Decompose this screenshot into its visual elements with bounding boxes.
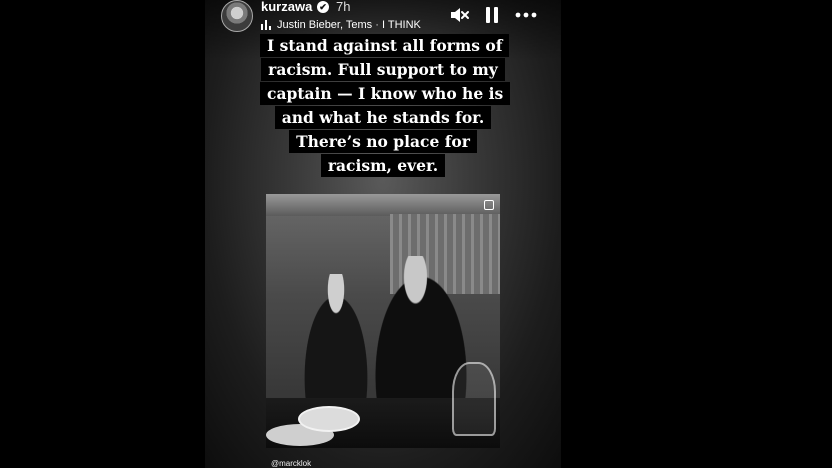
speaker-muted-icon[interactable] bbox=[448, 4, 470, 26]
username[interactable]: kurzawa bbox=[261, 0, 312, 14]
plate bbox=[298, 406, 360, 432]
music-artist: Justin Bieber, Tems bbox=[277, 19, 373, 31]
viewer-backdrop: kurzawa ✔ 7h Justin Bieber, Tems · I THI… bbox=[0, 0, 832, 468]
story-viewer[interactable]: kurzawa ✔ 7h Justin Bieber, Tems · I THI… bbox=[205, 0, 561, 468]
multiple-images-icon bbox=[484, 200, 494, 210]
person-woman bbox=[296, 274, 376, 404]
shared-post-photo[interactable] bbox=[266, 194, 500, 448]
story-header: kurzawa ✔ 7h Justin Bieber, Tems · I THI… bbox=[221, 0, 547, 36]
post-time: 7h bbox=[336, 0, 351, 14]
avatar[interactable] bbox=[221, 0, 253, 32]
wine-glass bbox=[452, 362, 496, 436]
caption-text: I stand against all forms of racism. Ful… bbox=[260, 34, 511, 177]
music-separator: · bbox=[375, 19, 379, 31]
story-caption: I stand against all forms of racism. Ful… bbox=[260, 34, 511, 178]
music-bars-icon bbox=[261, 20, 271, 30]
more-options-icon[interactable] bbox=[514, 4, 538, 26]
music-song: I THINK bbox=[381, 19, 421, 31]
pause-icon[interactable] bbox=[481, 4, 503, 26]
restaurant-ceiling bbox=[266, 194, 500, 216]
music-attribution[interactable]: Justin Bieber, Tems · I THINK bbox=[277, 19, 421, 31]
photo-credit[interactable]: @marcklok bbox=[271, 459, 311, 468]
verified-badge-icon: ✔ bbox=[317, 1, 329, 13]
